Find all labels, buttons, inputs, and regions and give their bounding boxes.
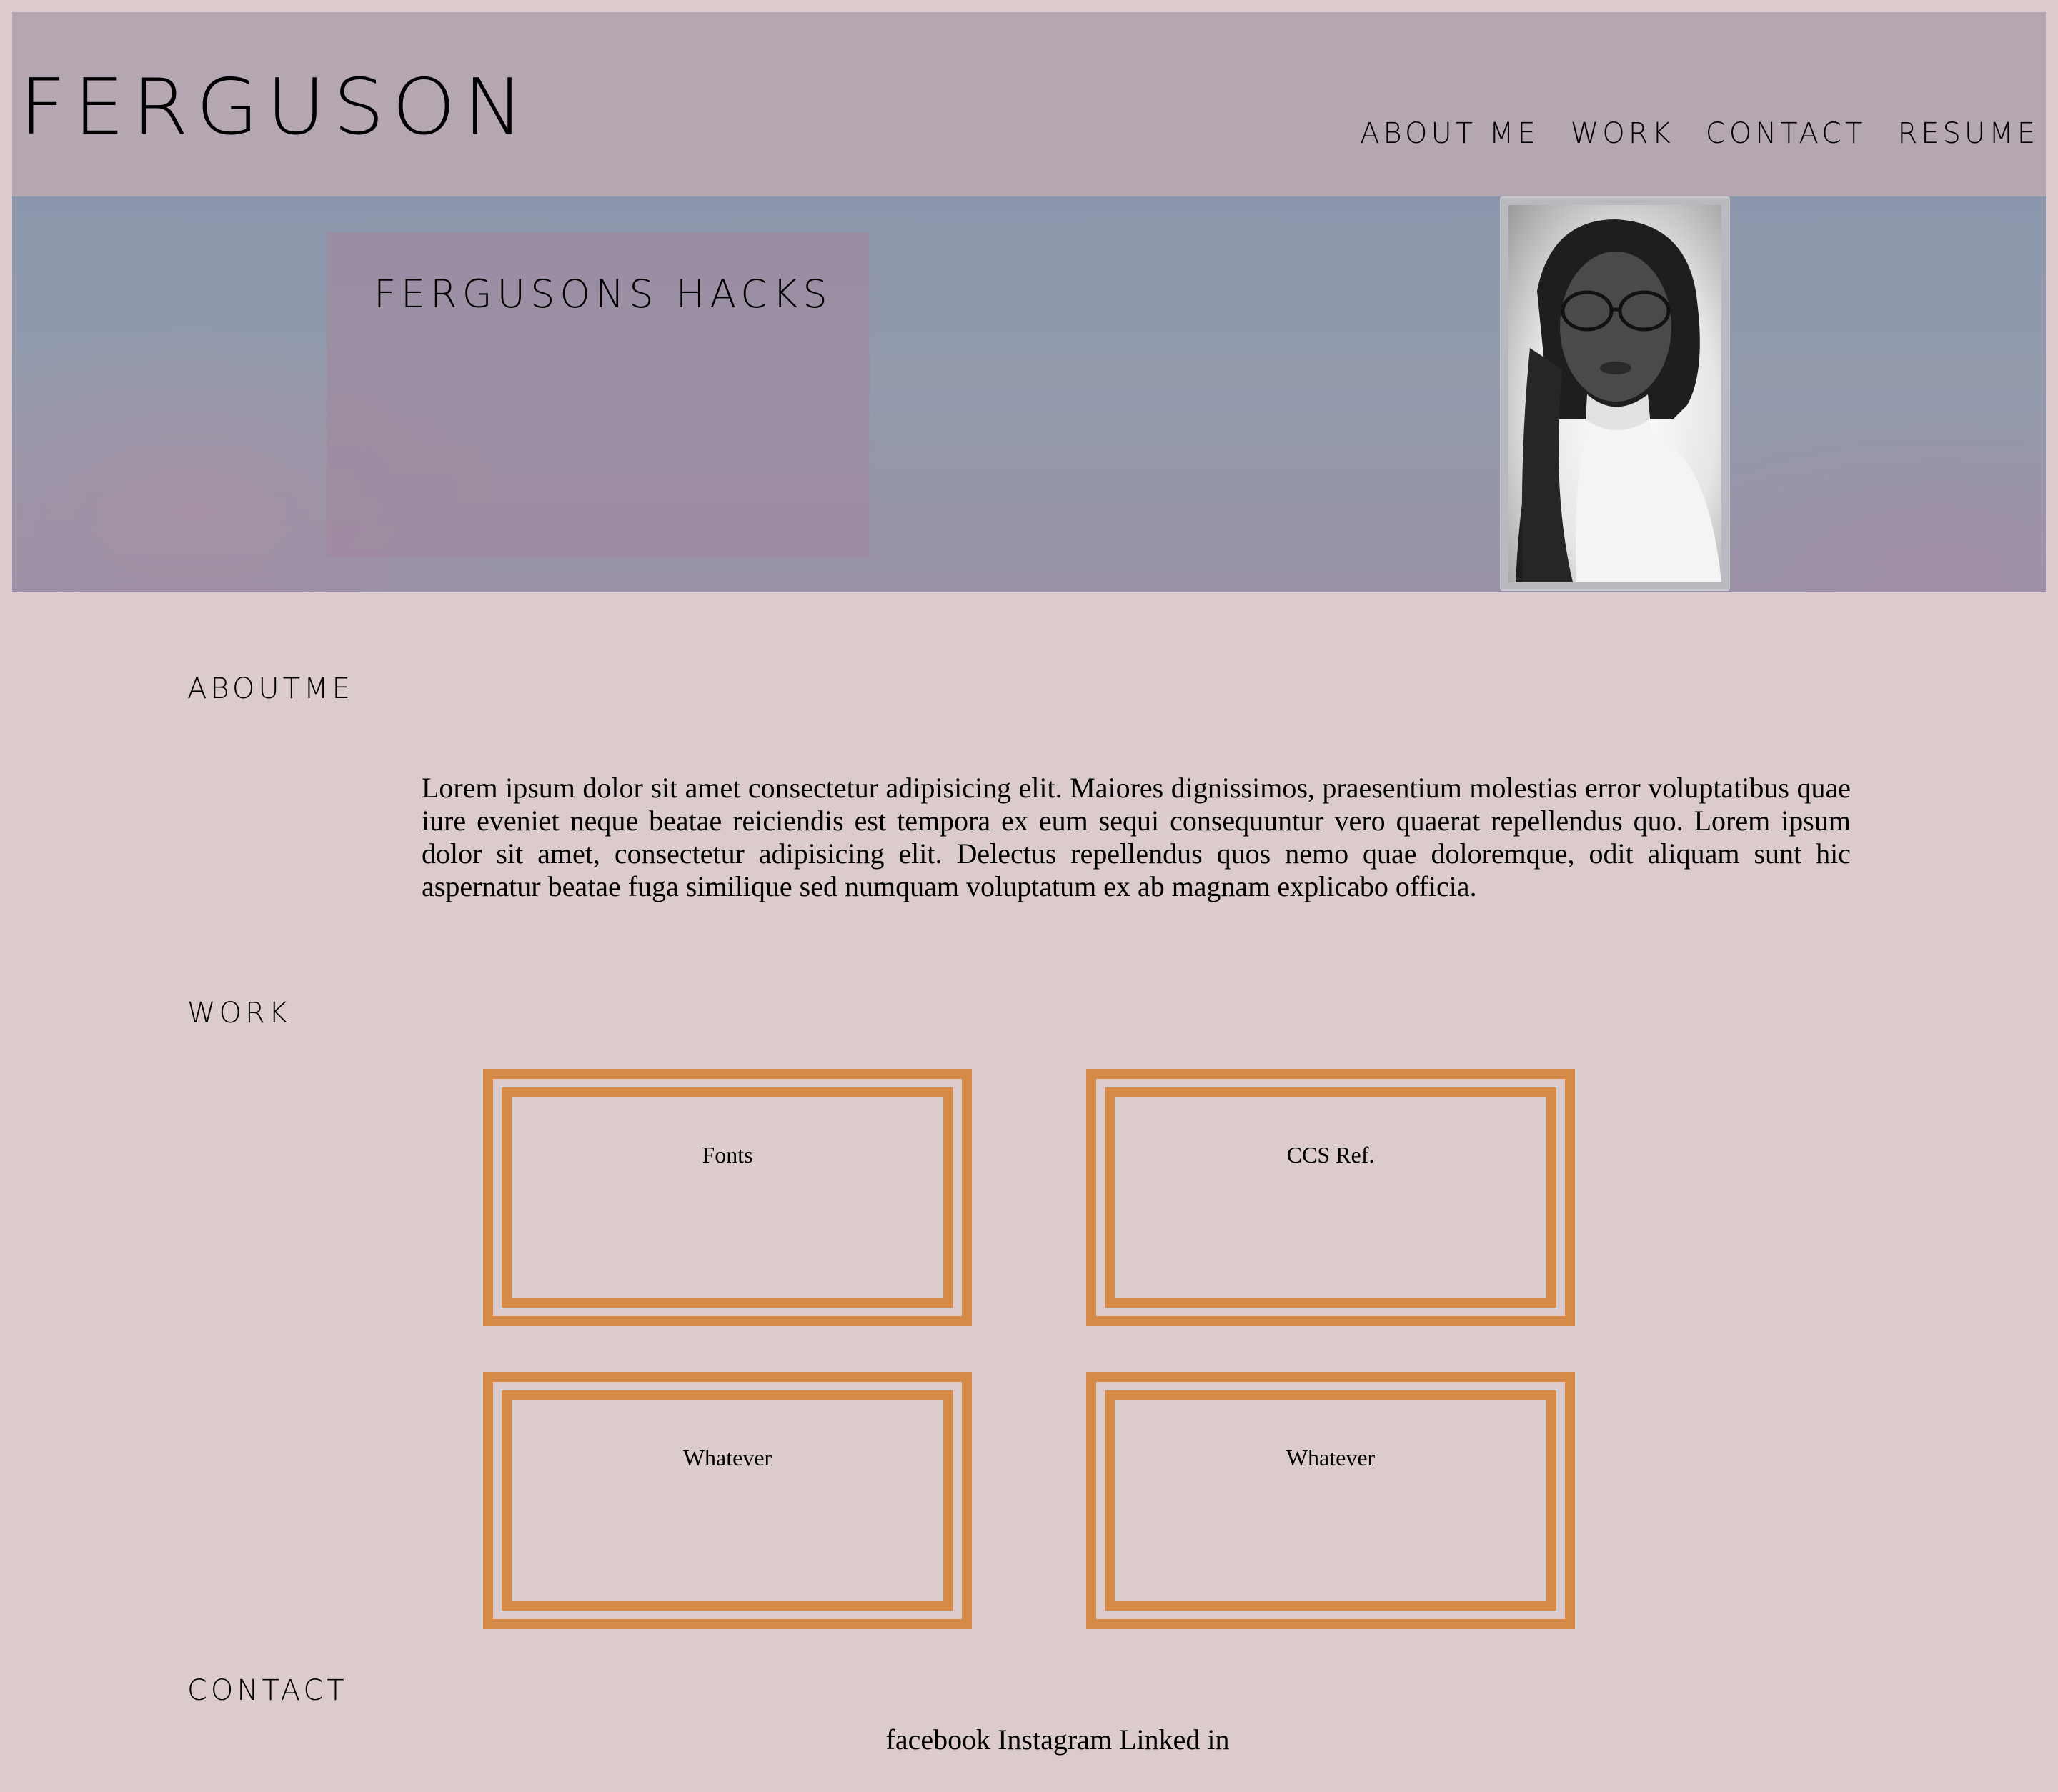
work-card-whatever-1[interactable]: Whatever: [483, 1372, 972, 1629]
work-card-label: Whatever: [1286, 1445, 1376, 1470]
card-inner-border: [1105, 1087, 1556, 1308]
main-nav: ABOUT ME WORK CONTACT RESUME: [1360, 119, 2039, 148]
work-card-whatever-2[interactable]: Whatever: [1086, 1372, 1575, 1629]
nav-work[interactable]: WORK: [1571, 119, 1674, 148]
nav-resume[interactable]: RESUME: [1897, 119, 2039, 148]
instagram-link[interactable]: Instagram: [998, 1723, 1112, 1756]
portrait-frame: [1500, 196, 1730, 591]
work-card-label: Fonts: [702, 1142, 753, 1168]
work-card-label: CCS Ref.: [1286, 1142, 1375, 1168]
work-card-css-ref[interactable]: CCS Ref.: [1086, 1069, 1575, 1326]
social-links: facebook Instagram Linked in: [0, 1726, 2058, 1754]
work-heading: WORK: [187, 997, 292, 1030]
nav-contact[interactable]: CONTACT: [1706, 119, 1866, 148]
linkedin-link[interactable]: Linked in: [1119, 1723, 1229, 1756]
site-header: FERGUSON ABOUT ME WORK CONTACT RESUME: [12, 12, 2046, 196]
about-text: Lorem ipsum dolor sit amet consectetur a…: [422, 772, 1851, 902]
brand-logo[interactable]: FERGUSON: [19, 69, 532, 146]
hero-banner: FERGUSONS HACKS: [12, 196, 2046, 592]
contact-heading: CONTACT: [187, 1674, 348, 1707]
hero-title: FERGUSONS HACKS: [374, 272, 832, 317]
nav-about-me[interactable]: ABOUT ME: [1360, 119, 1539, 148]
about-heading: ABOUTME: [187, 672, 354, 705]
facebook-link[interactable]: facebook: [886, 1723, 991, 1756]
work-card-label: Whatever: [682, 1445, 772, 1470]
card-inner-border: [1105, 1390, 1556, 1611]
profile-photo: [1508, 205, 1721, 582]
portrait-illustration: [1516, 219, 1721, 582]
card-inner-border: [502, 1390, 953, 1611]
card-inner-border: [502, 1087, 953, 1308]
hero-title-box: FERGUSONS HACKS: [327, 232, 870, 557]
work-card-fonts[interactable]: Fonts: [483, 1069, 972, 1326]
